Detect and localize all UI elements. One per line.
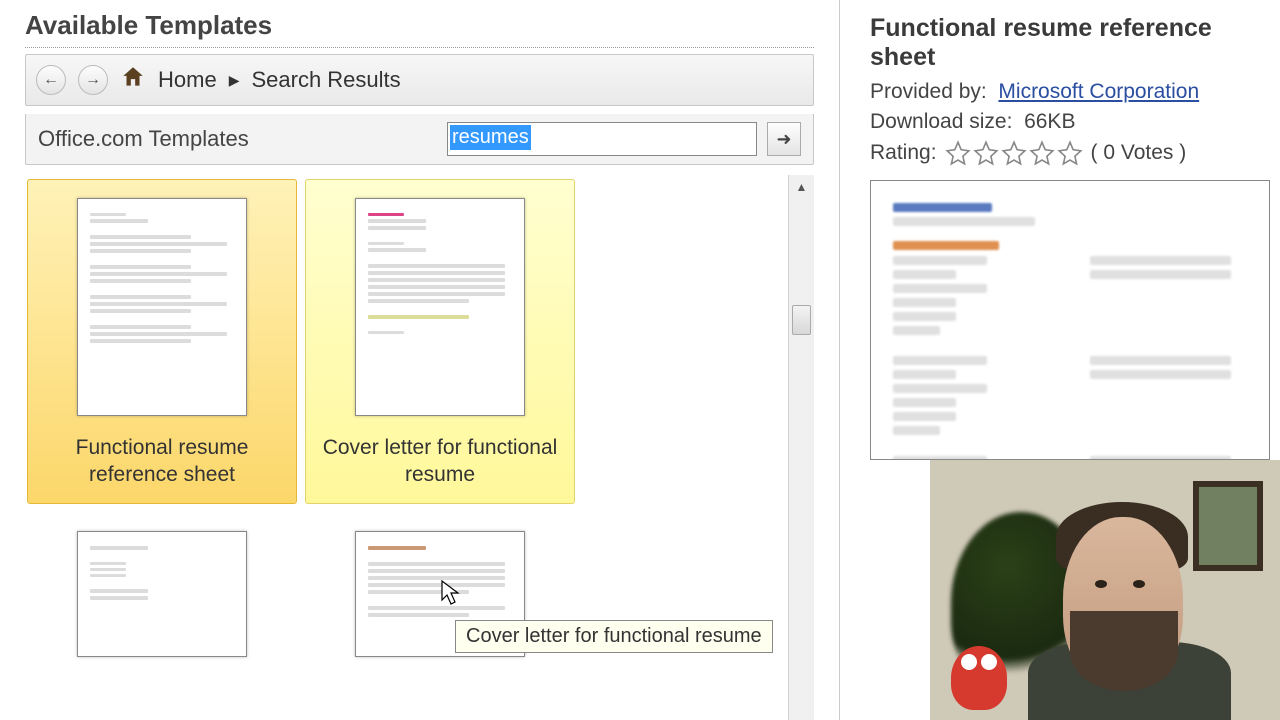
breadcrumb-results: Search Results: [251, 67, 400, 93]
arrow-left-icon: ←: [43, 71, 59, 89]
star-icon[interactable]: [945, 140, 971, 166]
star-icon[interactable]: [973, 140, 999, 166]
webcam-overlay: [930, 460, 1280, 720]
search-bar: Office.com Templates resumes ➜: [25, 114, 814, 165]
breadcrumb-bar: ← → Home ▶ Search Results: [25, 54, 814, 106]
star-icon[interactable]: [1029, 140, 1055, 166]
title-row: Available Templates: [0, 0, 839, 54]
detail-download-size: Download size: 66KB: [870, 110, 1280, 134]
template-card-cover-letter[interactable]: Cover letter for functional resume: [305, 179, 575, 504]
rating-label: Rating:: [870, 141, 937, 165]
search-section-label: Office.com Templates: [38, 126, 249, 152]
search-input-wrap: resumes: [447, 122, 757, 156]
rating-stars[interactable]: [945, 140, 1083, 166]
download-size-label: Download size:: [870, 110, 1012, 133]
star-icon[interactable]: [1057, 140, 1083, 166]
results-grid: Functional resume reference sheet Cover …: [25, 175, 814, 672]
nav-forward-button[interactable]: →: [78, 65, 108, 95]
scroll-thumb[interactable]: [792, 305, 811, 335]
template-preview: [870, 180, 1270, 460]
scroll-up-button[interactable]: ▲: [789, 175, 814, 199]
download-size-value: 66KB: [1024, 110, 1075, 133]
arrow-right-icon: ➜: [776, 129, 791, 150]
template-thumbnail: [77, 531, 247, 657]
star-icon[interactable]: [1001, 140, 1027, 166]
template-thumbnail: [77, 198, 247, 416]
provided-by-link[interactable]: Microsoft Corporation: [998, 80, 1199, 103]
template-label: Cover letter for functional resume: [316, 434, 564, 489]
template-card-functional-resume[interactable]: Functional resume reference sheet: [27, 179, 297, 504]
nav-back-button[interactable]: ←: [36, 65, 66, 95]
detail-rating: Rating: ( 0 Votes ): [870, 140, 1280, 166]
breadcrumb-home[interactable]: Home: [158, 67, 217, 93]
detail-provided-by: Provided by: Microsoft Corporation: [870, 80, 1280, 104]
tooltip: Cover letter for functional resume: [455, 620, 773, 653]
template-card-partial-1[interactable]: [27, 512, 297, 672]
page-title: Available Templates: [25, 10, 814, 48]
rating-votes: ( 0 Votes ): [1091, 141, 1187, 165]
detail-pane: Functional resume reference sheet Provid…: [840, 0, 1280, 720]
search-go-button[interactable]: ➜: [767, 122, 801, 156]
templates-pane: Available Templates ← → Home ▶ Search Re…: [0, 0, 840, 720]
template-label: Functional resume reference sheet: [38, 434, 286, 489]
arrow-right-icon: →: [85, 71, 101, 89]
home-icon[interactable]: [120, 64, 146, 96]
scrollbar[interactable]: ▲: [788, 175, 814, 720]
template-thumbnail: [355, 198, 525, 416]
search-input-selection: resumes: [450, 125, 531, 150]
chevron-right-icon: ▶: [229, 72, 240, 89]
detail-title: Functional resume reference sheet: [870, 14, 1280, 72]
results-area: Functional resume reference sheet Cover …: [25, 175, 814, 720]
provided-by-label: Provided by:: [870, 80, 987, 103]
